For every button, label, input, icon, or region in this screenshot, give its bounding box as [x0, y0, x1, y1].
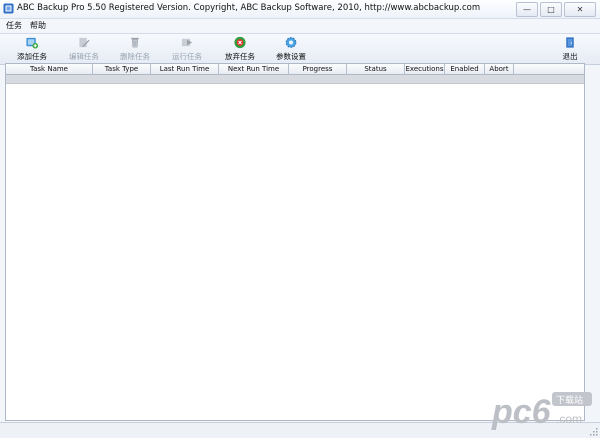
settings-button[interactable]: 参数设置 [269, 36, 313, 62]
edit-task-button[interactable]: 编辑任务 [62, 36, 106, 62]
window-title: ABC Backup Pro 5.50 Registered Version. … [17, 3, 481, 13]
exit-door-icon [566, 37, 574, 48]
edit-task-icon [79, 37, 90, 48]
column-status[interactable]: Status [347, 64, 405, 74]
settings-label: 参数设置 [276, 52, 306, 61]
add-task-button[interactable]: 添加任务 [10, 36, 54, 62]
column-progress[interactable]: Progress [289, 64, 347, 74]
watermark-main-text: pc6 [491, 393, 552, 431]
horizontal-scrollbar[interactable] [6, 75, 584, 84]
title-bar[interactable]: ABC Backup Pro 5.50 Registered Version. … [0, 0, 600, 19]
exit-label: 退出 [562, 52, 578, 61]
add-task-label: 添加任务 [17, 52, 47, 61]
abandon-task-icon [234, 36, 246, 49]
run-task-button[interactable]: 运行任务 [165, 36, 209, 62]
trash-icon [131, 37, 139, 48]
column-last-run-time[interactable]: Last Run Time [151, 64, 219, 74]
run-task-icon [181, 38, 193, 47]
menu-task[interactable]: 任务 [6, 20, 22, 31]
pc6-watermark-logo: pc6 下载站 .com [491, 392, 592, 431]
column-task-name[interactable]: Task Name [6, 64, 93, 74]
watermark-domain: .com [556, 412, 582, 426]
column-task-type[interactable]: Task Type [93, 64, 151, 74]
maximize-button[interactable]: □ [540, 2, 562, 17]
app-window: ABC Backup Pro 5.50 Registered Version. … [0, 0, 600, 438]
run-task-label: 运行任务 [172, 52, 202, 61]
close-button[interactable]: ✕ [564, 2, 596, 17]
app-logo-icon [3, 3, 14, 14]
edit-task-label: 编辑任务 [69, 52, 99, 61]
menu-help[interactable]: 帮助 [30, 20, 46, 31]
add-task-icon [26, 37, 39, 49]
minimize-button[interactable]: — [516, 2, 538, 17]
column-enabled[interactable]: Enabled [445, 64, 485, 74]
column-executions[interactable]: Executions [405, 64, 445, 74]
exit-button[interactable]: 退出 [548, 36, 592, 62]
column-abort[interactable]: Abort [485, 64, 514, 74]
abandon-task-button[interactable]: 放弃任务 [218, 36, 262, 62]
menu-bar: 任务 帮助 [0, 19, 600, 31]
column-next-run-time[interactable]: Next Run Time [219, 64, 289, 74]
watermark-subtext: 下载站 [556, 394, 583, 406]
delete-task-button[interactable]: 删除任务 [113, 36, 157, 62]
abandon-task-label: 放弃任务 [225, 52, 255, 61]
toolbar: 添加任务 编辑任务 删除任务 运行任务 放弃任务 参数设置 退出 [0, 33, 600, 65]
delete-task-label: 删除任务 [120, 52, 150, 61]
task-list-grid[interactable]: Task Name Task Type Last Run Time Next R… [5, 63, 585, 421]
gear-icon [285, 37, 297, 48]
window-controls: — □ ✕ [516, 2, 596, 17]
grid-header: Task Name Task Type Last Run Time Next R… [6, 64, 584, 75]
